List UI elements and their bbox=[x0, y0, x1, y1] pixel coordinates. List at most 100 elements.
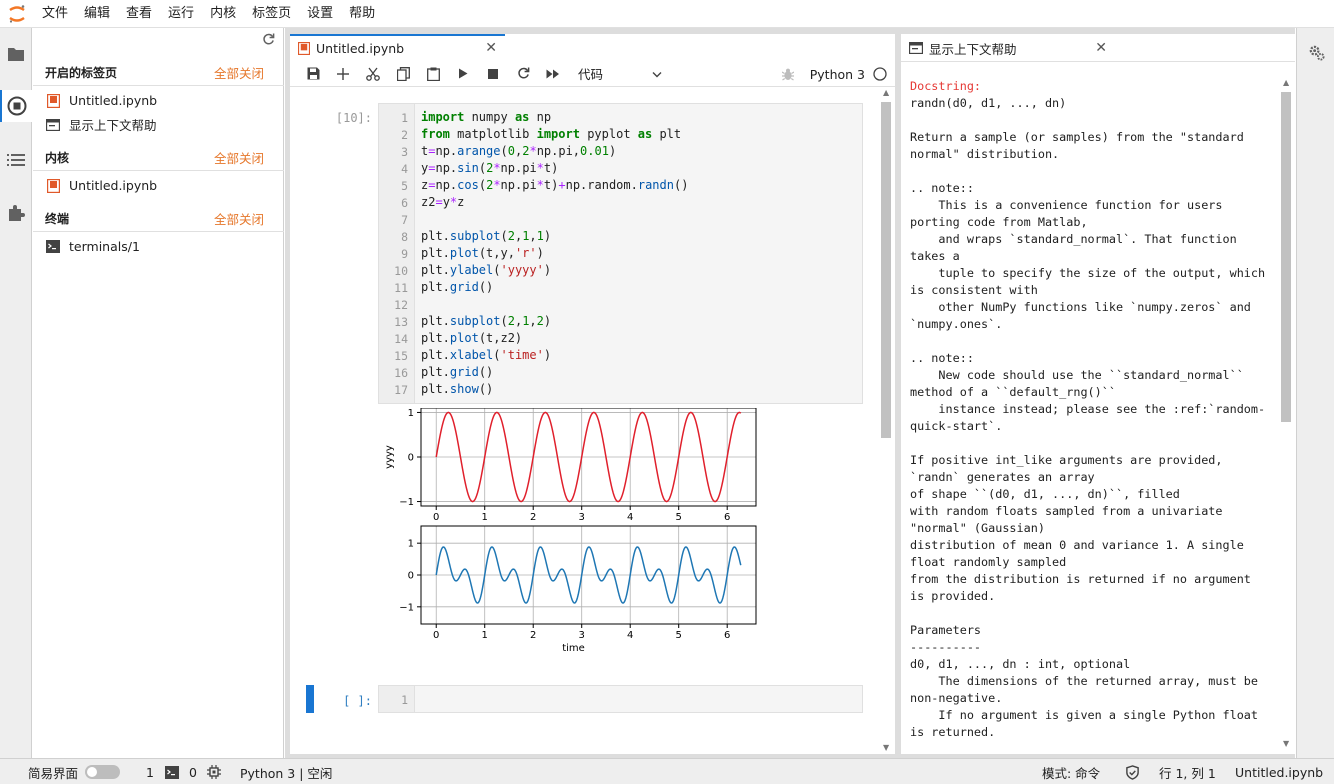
kernel-cpu-icon[interactable] bbox=[207, 759, 221, 784]
scroll-down-arrow-icon[interactable]: ▼ bbox=[1283, 739, 1289, 748]
menu-kernel[interactable]: 内核 bbox=[202, 0, 244, 28]
cell-type-dropdown[interactable]: 代码 bbox=[578, 64, 662, 83]
code-line: plt.plot(t,y,'r') bbox=[421, 246, 544, 260]
scroll-up-arrow-icon[interactable]: ▲ bbox=[883, 88, 889, 97]
context-help-icon bbox=[45, 117, 61, 133]
running-panel: 开启的标签页 全部关闭 Untitled.ipynb 显示上下文帮助 内核 全部… bbox=[33, 28, 284, 758]
notebook-content: [10]: 1 2 3 4 5 6 7 8 9 10 11 12 13 14 15 16 17 import n… bbox=[290, 88, 895, 754]
empty-code-cell-editor[interactable]: 1 bbox=[378, 685, 863, 713]
notebook-scrollbar[interactable]: ▲ ▼ bbox=[881, 88, 891, 754]
open-tab-label: 显示上下文帮助 bbox=[69, 118, 157, 133]
bug-icon[interactable] bbox=[781, 68, 794, 81]
simple-mode-toggle[interactable] bbox=[85, 759, 120, 784]
docstring-body: randn(d0, d1, ..., dn) Return a sample (… bbox=[910, 96, 1266, 738]
extension-manager-icon[interactable] bbox=[0, 197, 32, 229]
cursor-position[interactable]: 行 1, 列 1 bbox=[1159, 759, 1216, 784]
x-tick-label: 1 bbox=[482, 630, 488, 641]
open-tab-item-notebook[interactable]: Untitled.ipynb bbox=[33, 89, 284, 112]
line-number: 9 bbox=[401, 247, 408, 261]
run-icon[interactable] bbox=[448, 62, 478, 86]
fast-forward-icon[interactable] bbox=[538, 62, 568, 86]
stop-icon[interactable] bbox=[478, 62, 508, 86]
refresh-icon[interactable] bbox=[262, 33, 275, 50]
menu-bar: 文件 编辑 查看 运行 内核 标签页 设置 帮助 bbox=[0, 0, 1334, 28]
code-line: plt.grid() bbox=[421, 280, 494, 294]
notebook-icon bbox=[45, 178, 61, 194]
context-help-panel: 显示上下文帮助 ✕ Docstring: randn(d0, d1, ..., … bbox=[901, 34, 1295, 754]
scrollbar-thumb[interactable] bbox=[1281, 92, 1291, 422]
terminal-item[interactable]: terminals/1 bbox=[33, 235, 284, 258]
notebook-tab[interactable]: Untitled.ipynb ✕ bbox=[290, 34, 505, 60]
x-tick-label: 6 bbox=[724, 630, 730, 641]
line-number: 1 bbox=[401, 111, 408, 125]
shield-check-icon[interactable] bbox=[1125, 759, 1140, 784]
line-number: 16 bbox=[394, 366, 408, 380]
matplotlib-figure: 0 1 2 3 4 5 6 1 0 −1 yyyy 0 1 2 3 4 5 6 1 0 −1 time bbox=[384, 407, 757, 654]
line-number: 1 bbox=[401, 693, 408, 707]
notebook-icon bbox=[298, 41, 310, 55]
menu-file[interactable]: 文件 bbox=[34, 0, 76, 28]
scroll-down-arrow-icon[interactable]: ▼ bbox=[883, 743, 889, 752]
line-number: 2 bbox=[401, 128, 408, 142]
menu-view[interactable]: 查看 bbox=[118, 0, 160, 28]
menu-tabs[interactable]: 标签页 bbox=[244, 0, 299, 28]
x-tick-label: 6 bbox=[724, 512, 730, 523]
code-line: plt.ylabel('yyyy') bbox=[421, 263, 552, 277]
kernel-item-notebook[interactable]: Untitled.ipynb bbox=[33, 174, 284, 197]
kernels-section-header: 内核 全部关闭 bbox=[33, 145, 284, 171]
kernel-indicator: Python 3 bbox=[781, 61, 887, 87]
x-tick-label: 1 bbox=[482, 512, 488, 523]
line-number: 3 bbox=[401, 145, 408, 159]
scroll-up-arrow-icon[interactable]: ▲ bbox=[1283, 78, 1289, 87]
close-tab-icon[interactable]: ✕ bbox=[1095, 40, 1107, 56]
code-cell-editor[interactable]: 1 2 3 4 5 6 7 8 9 10 11 12 13 14 15 16 17 import numpy a… bbox=[378, 103, 863, 404]
chevron-down-icon bbox=[652, 66, 662, 81]
cut-icon[interactable] bbox=[358, 62, 388, 86]
close-tab-icon[interactable]: ✕ bbox=[485, 40, 497, 56]
open-tab-item-help[interactable]: 显示上下文帮助 bbox=[33, 113, 284, 136]
close-all-terminals-button[interactable]: 全部关闭 bbox=[214, 209, 264, 228]
notebook-icon bbox=[45, 93, 61, 109]
close-all-kernels-button[interactable]: 全部关闭 bbox=[214, 148, 264, 167]
y-tick-label: 1 bbox=[408, 408, 414, 419]
line-number: 11 bbox=[394, 281, 408, 295]
line-numbers: 1 2 3 4 5 6 7 8 9 10 11 12 13 14 15 16 17 bbox=[379, 104, 415, 403]
menu-run[interactable]: 运行 bbox=[160, 0, 202, 28]
context-help-tab[interactable]: 显示上下文帮助 ✕ bbox=[901, 34, 1115, 60]
file-browser-icon[interactable] bbox=[0, 38, 32, 70]
code-line: plt.grid() bbox=[421, 365, 494, 379]
kernels-title: 内核 bbox=[45, 151, 70, 165]
property-inspector-icon[interactable] bbox=[1308, 44, 1325, 65]
context-help-icon bbox=[909, 42, 923, 54]
terminals-section-header: 终端 全部关闭 bbox=[33, 206, 284, 232]
kernel-name[interactable]: Python 3 bbox=[810, 67, 865, 82]
kernel-status-text[interactable]: Python 3 | 空闲 bbox=[240, 759, 332, 784]
right-sidebar bbox=[1296, 28, 1334, 758]
running-sessions-icon[interactable] bbox=[0, 90, 32, 122]
save-icon[interactable] bbox=[298, 62, 328, 86]
code-line: plt.show() bbox=[421, 382, 494, 396]
copy-icon[interactable] bbox=[388, 62, 418, 86]
kernel-label: Untitled.ipynb bbox=[69, 178, 158, 193]
kernels-count: 0 bbox=[189, 764, 197, 780]
x-axis-label: time bbox=[562, 643, 585, 654]
add-cell-icon[interactable] bbox=[328, 62, 358, 86]
menu-edit[interactable]: 编辑 bbox=[76, 0, 118, 28]
table-of-contents-icon[interactable] bbox=[0, 144, 32, 176]
menu-settings[interactable]: 设置 bbox=[299, 0, 341, 28]
help-scrollbar[interactable]: ▲ ▼ bbox=[1281, 78, 1291, 748]
restart-icon[interactable] bbox=[508, 62, 538, 86]
line-number: 10 bbox=[394, 264, 408, 278]
divider bbox=[901, 61, 1295, 62]
menu-help[interactable]: 帮助 bbox=[341, 0, 383, 28]
jupyter-logo-icon bbox=[0, 0, 34, 28]
x-tick-label: 5 bbox=[676, 512, 682, 523]
x-tick-label: 2 bbox=[530, 630, 536, 641]
close-all-tabs-button[interactable]: 全部关闭 bbox=[214, 63, 264, 82]
active-cell-indicator bbox=[306, 685, 314, 713]
notebook-panel: Untitled.ipynb ✕ 代码 Python 3 [10]: 12345… bbox=[290, 34, 895, 754]
x-tick-label: 4 bbox=[627, 512, 633, 523]
scrollbar-thumb[interactable] bbox=[881, 102, 891, 438]
paste-icon[interactable] bbox=[418, 62, 448, 86]
terminal-icon[interactable] bbox=[165, 759, 179, 784]
